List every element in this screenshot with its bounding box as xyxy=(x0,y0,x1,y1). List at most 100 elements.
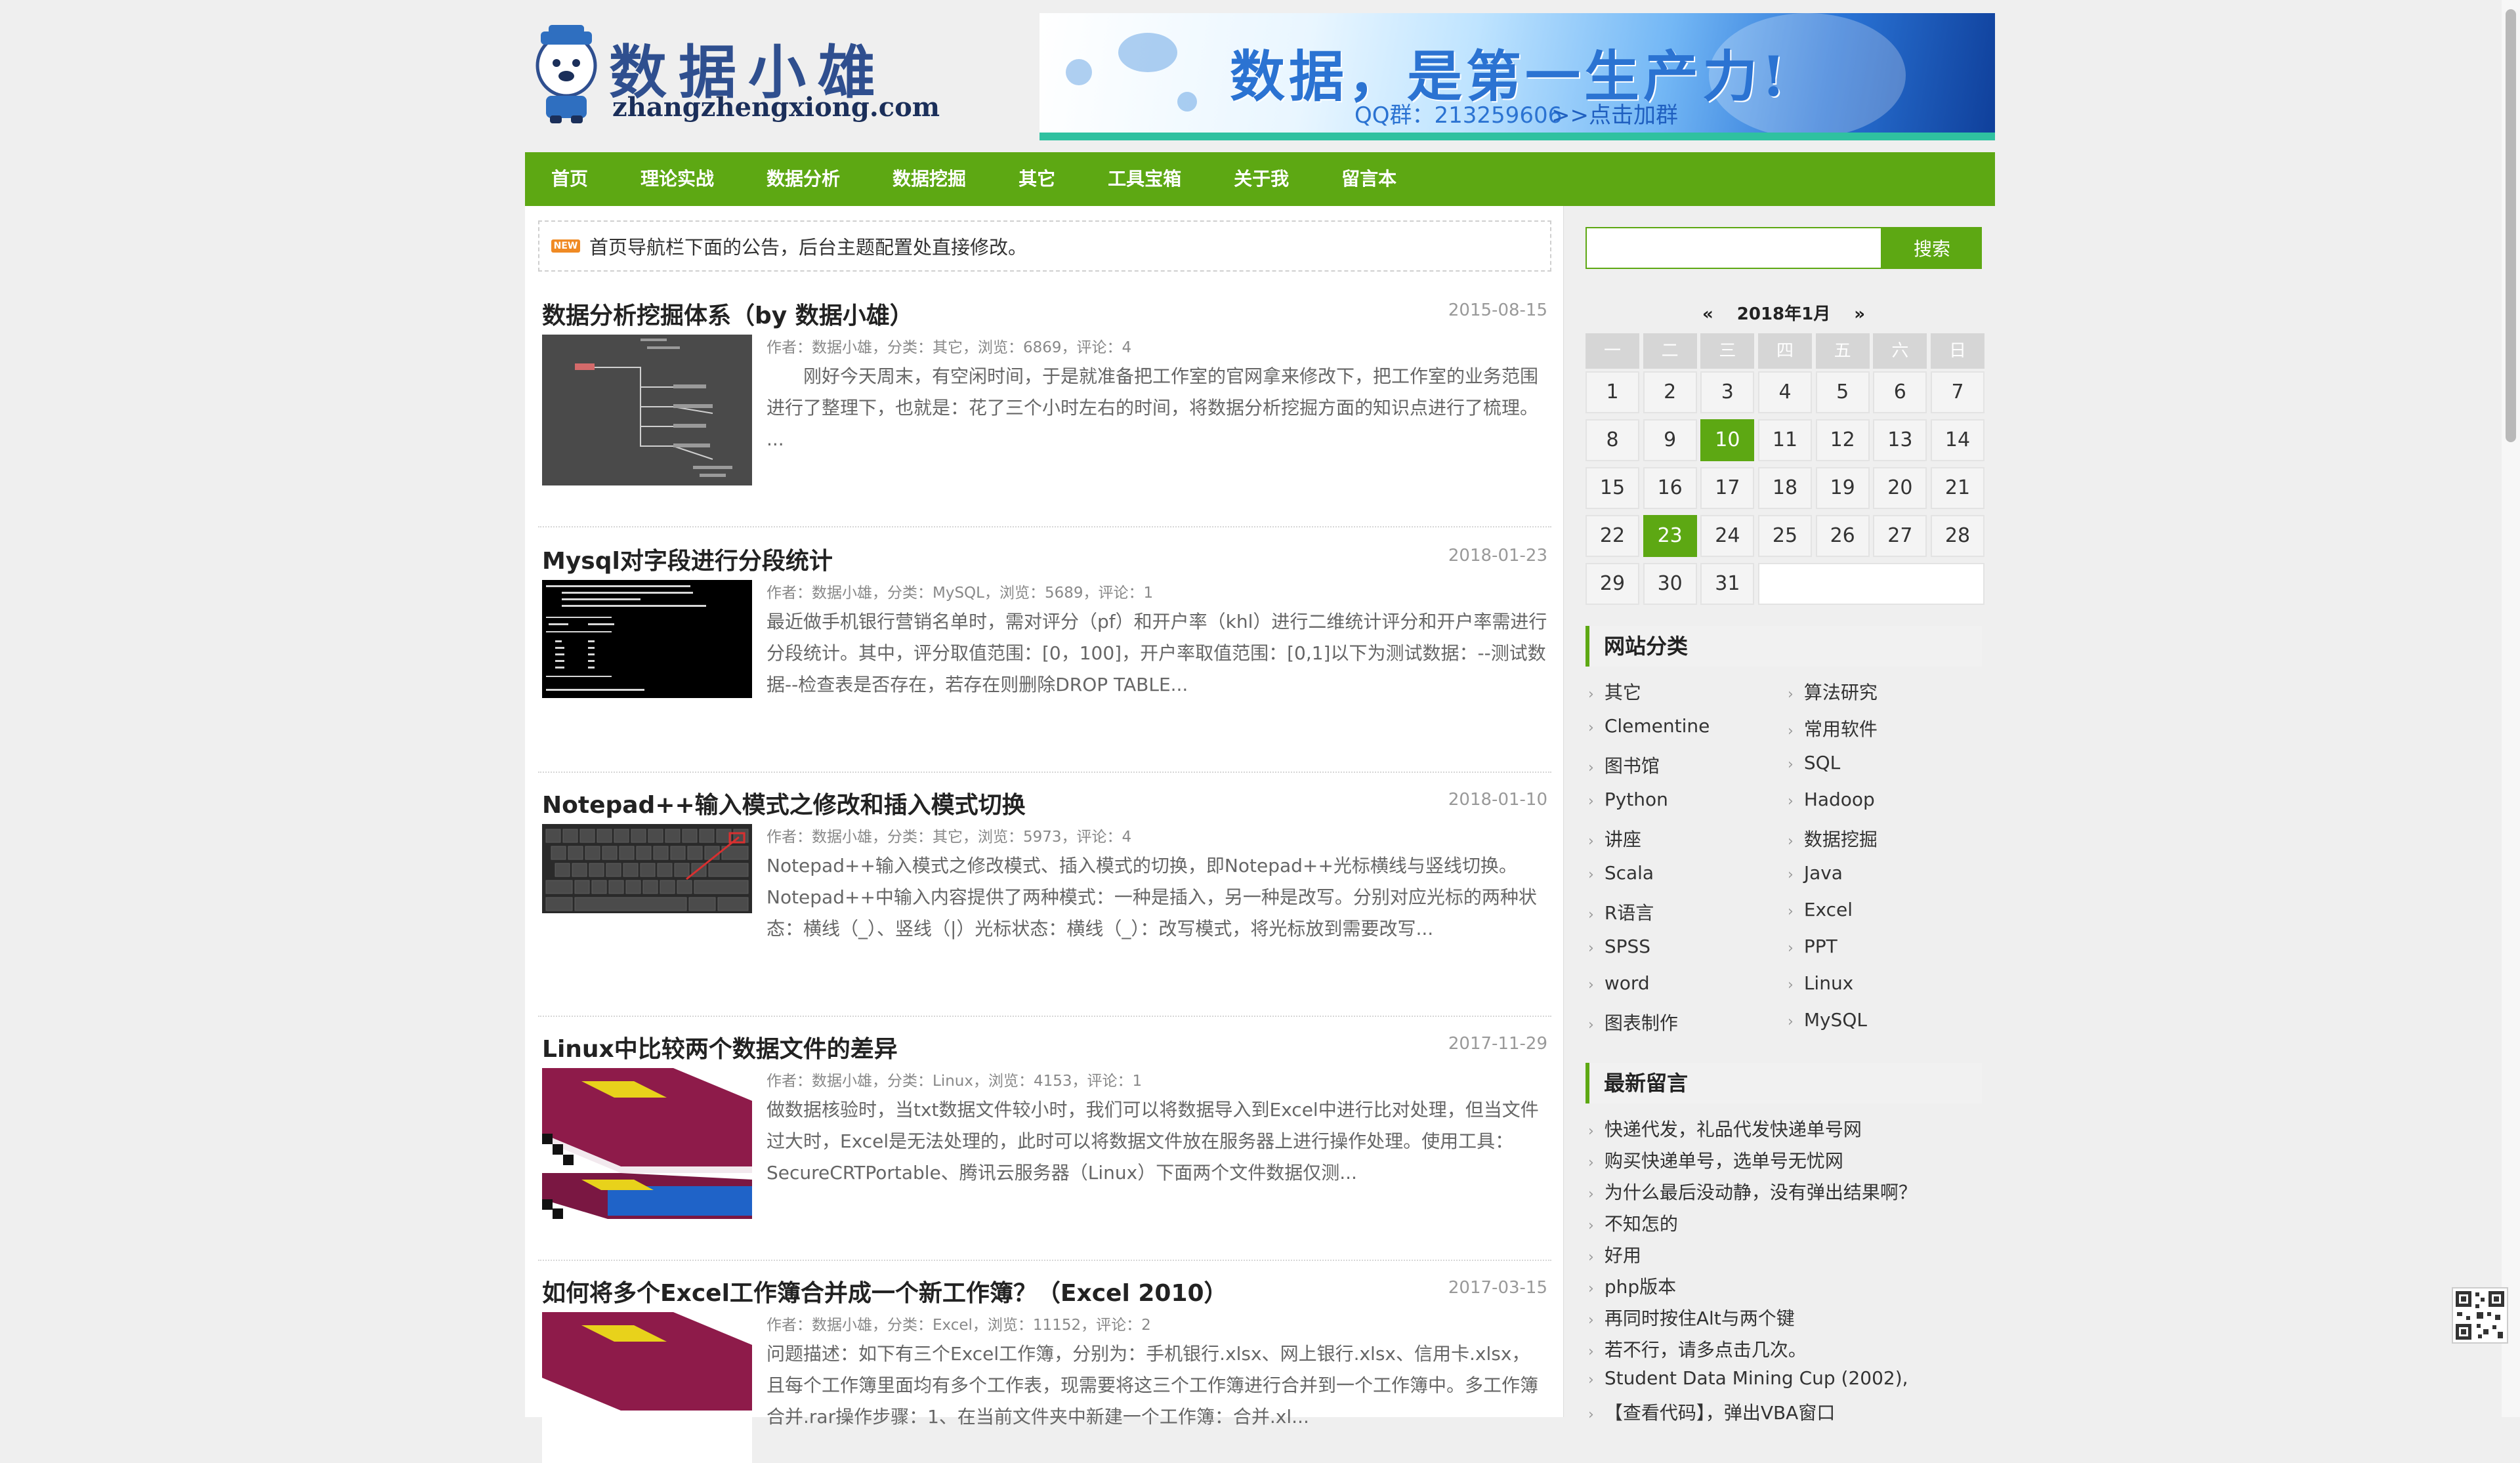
calendar-day: 7 xyxy=(1931,371,1985,413)
calendar-day: 15 xyxy=(1586,467,1639,509)
post-date: 2017-11-29 xyxy=(1448,1034,1547,1054)
chevron-right-icon: › xyxy=(1588,1186,1594,1203)
chevron-right-icon: › xyxy=(1588,686,1594,703)
sidebar: 搜索 «2018年1月» 一二三四五六日 1 2 3 4 5 6 7 8 9 10 11 12 13 14 1… xyxy=(1574,206,1995,1424)
recent-message-link[interactable]: › 好用 xyxy=(1588,1241,1641,1267)
recent-message-link[interactable]: › 再同时按住Alt与两个键 xyxy=(1588,1304,1795,1330)
post-meta: 作者：数据小雄，分类：MySQL，浏览：5689，评论：1 xyxy=(766,585,1154,602)
chevron-right-icon: › xyxy=(1788,867,1794,883)
nav-item-theory[interactable]: 理论实战 xyxy=(614,152,740,206)
qq-group-banner[interactable]: 数据，是第一生产力! QQ群：213259606 >>点击加群 xyxy=(1040,13,1995,140)
calendar-day: 31 xyxy=(1700,563,1755,605)
category-link[interactable]: › Clementine xyxy=(1588,715,1710,737)
nav-item-other[interactable]: 其它 xyxy=(992,152,1082,206)
category-label: Hadoop xyxy=(1803,789,1875,810)
calendar-day: 18 xyxy=(1758,467,1812,509)
qr-code-icon[interactable] xyxy=(2452,1287,2508,1344)
category-link[interactable]: › 常用软件 xyxy=(1788,715,1878,741)
category-link[interactable]: › 数据挖掘 xyxy=(1788,825,1878,852)
category-link[interactable]: › 图书馆 xyxy=(1588,752,1660,778)
calendar-widget: «2018年1月» 一二三四五六日 1 2 3 4 5 6 7 8 9 10 11 12 13 14 15 16… xyxy=(1586,298,1985,605)
category-link[interactable]: › Python xyxy=(1588,789,1668,810)
post-excerpt: 做数据核验时，当txt数据文件较小时，我们可以将数据导入到Excel中进行比对处… xyxy=(766,1099,1539,1184)
chevron-right-icon: › xyxy=(1588,720,1594,736)
search-input[interactable] xyxy=(1586,227,1882,269)
post-title[interactable]: Notepad++输入模式之修改和插入模式切换 xyxy=(542,786,1026,820)
message-text: 不知怎的 xyxy=(1604,1213,1678,1235)
chevron-right-icon: › xyxy=(1588,760,1594,776)
nav-item-toolbox[interactable]: 工具宝箱 xyxy=(1082,152,1208,206)
category-label: 图表制作 xyxy=(1604,1012,1678,1034)
category-link[interactable]: › PPT xyxy=(1788,936,1838,957)
post-title[interactable]: 如何将多个Excel工作簿合并成一个新工作簿？（Excel 2010） xyxy=(542,1274,1228,1308)
recent-message-link[interactable]: › 【查看代码】，弹出VBA窗口 xyxy=(1588,1399,1835,1425)
category-label: R语言 xyxy=(1604,902,1654,924)
recent-message-link[interactable]: › Student Data Mining Cup (2002), xyxy=(1588,1367,1908,1389)
category-label: Python xyxy=(1604,789,1668,810)
scrollbar-thumb[interactable] xyxy=(2506,9,2516,442)
chevron-right-icon: › xyxy=(1588,1281,1594,1297)
recent-message-link[interactable]: › 快递代发，礼品代发快递单号网 xyxy=(1588,1115,1862,1142)
calendar-day-linked[interactable]: 23 xyxy=(1643,515,1697,557)
category-link[interactable]: › Java xyxy=(1788,862,1843,884)
recent-message-link[interactable]: › 购买快递单号，选单号无忧网 xyxy=(1588,1147,1843,1173)
nav-item-about[interactable]: 关于我 xyxy=(1208,152,1315,206)
chevron-right-icon: › xyxy=(1788,977,1794,993)
category-link[interactable]: › 讲座 xyxy=(1588,825,1641,852)
message-text: 再同时按住Alt与两个键 xyxy=(1604,1308,1795,1329)
nav-item-guestbook[interactable]: 留言本 xyxy=(1315,152,1423,206)
calendar-day: 8 xyxy=(1586,419,1639,461)
calendar-next-button[interactable]: » xyxy=(1854,304,1865,324)
main-nav: 首页 理论实战 数据分析 数据挖掘 其它 工具宝箱 关于我 留言本 xyxy=(525,152,1995,206)
category-link[interactable]: › SQL xyxy=(1788,752,1840,773)
chevron-right-icon: › xyxy=(1588,1312,1594,1329)
category-link[interactable]: › SPSS xyxy=(1588,936,1650,957)
calendar-day: 12 xyxy=(1815,419,1870,461)
post-date: 2017-03-15 xyxy=(1448,1278,1547,1298)
calendar-weekday: 六 xyxy=(1873,333,1927,369)
chevron-right-icon: › xyxy=(1788,903,1794,920)
category-link[interactable]: › 算法研究 xyxy=(1788,678,1878,705)
nav-item-data-analysis[interactable]: 数据分析 xyxy=(740,152,866,206)
category-link[interactable]: › Linux xyxy=(1788,972,1853,994)
post-title[interactable]: Linux中比较两个数据文件的差异 xyxy=(542,1030,898,1064)
recent-message-link[interactable]: › php版本 xyxy=(1588,1273,1676,1299)
post-thumbnail[interactable] xyxy=(542,1312,752,1463)
recent-message-link[interactable]: › 若不行，请多点击几次。 xyxy=(1588,1336,1807,1362)
calendar-day: 28 xyxy=(1931,515,1985,557)
category-link[interactable]: › Scala xyxy=(1588,862,1654,884)
messages-heading: 最新留言 xyxy=(1586,1063,1982,1103)
calendar-day: 2 xyxy=(1643,371,1697,413)
chevron-right-icon: › xyxy=(1588,833,1594,850)
chevron-right-icon: › xyxy=(1788,833,1794,850)
calendar-day-linked[interactable]: 10 xyxy=(1700,419,1755,461)
nav-item-home[interactable]: 首页 xyxy=(525,152,614,206)
bear-mascot-icon xyxy=(536,25,597,123)
post-thumbnail[interactable] xyxy=(542,1068,752,1219)
search-button[interactable]: 搜索 xyxy=(1882,227,1982,269)
nav-item-data-mining[interactable]: 数据挖掘 xyxy=(866,152,992,206)
category-link[interactable]: › R语言 xyxy=(1588,899,1654,925)
category-link[interactable]: › Excel xyxy=(1788,899,1853,920)
recent-message-link[interactable]: › 不知怎的 xyxy=(1588,1210,1678,1236)
post-thumbnail[interactable] xyxy=(542,580,752,698)
chevron-right-icon: › xyxy=(1588,1155,1594,1171)
post-thumbnail[interactable] xyxy=(542,335,752,485)
category-label: 讲座 xyxy=(1604,829,1641,850)
category-label: Linux xyxy=(1803,972,1854,994)
post-thumbnail[interactable] xyxy=(542,824,752,913)
banner-join-link[interactable]: >>点击加群 xyxy=(1551,97,1678,129)
page-scrollbar[interactable] xyxy=(2502,0,2520,1417)
category-link[interactable]: › Hadoop xyxy=(1788,789,1875,810)
category-link[interactable]: › word xyxy=(1588,972,1650,994)
category-link[interactable]: › MySQL xyxy=(1788,1009,1867,1031)
calendar-prev-button[interactable]: « xyxy=(1702,304,1713,324)
post-title[interactable]: Mysql对字段进行分段统计 xyxy=(542,542,833,576)
recent-message-link[interactable]: › 为什么最后没动静，没有弹出结果啊？ xyxy=(1588,1178,1917,1205)
category-link[interactable]: › 图表制作 xyxy=(1588,1009,1678,1035)
post-title[interactable]: 数据分析挖掘体系（by 数据小雄） xyxy=(542,297,914,331)
terminal-thumbnail-image xyxy=(546,585,706,691)
site-logo[interactable]: 数据小雄 zhangzhengxiong.com xyxy=(530,20,940,131)
books-icon xyxy=(542,1068,752,1219)
category-link[interactable]: › 其它 xyxy=(1588,678,1641,705)
